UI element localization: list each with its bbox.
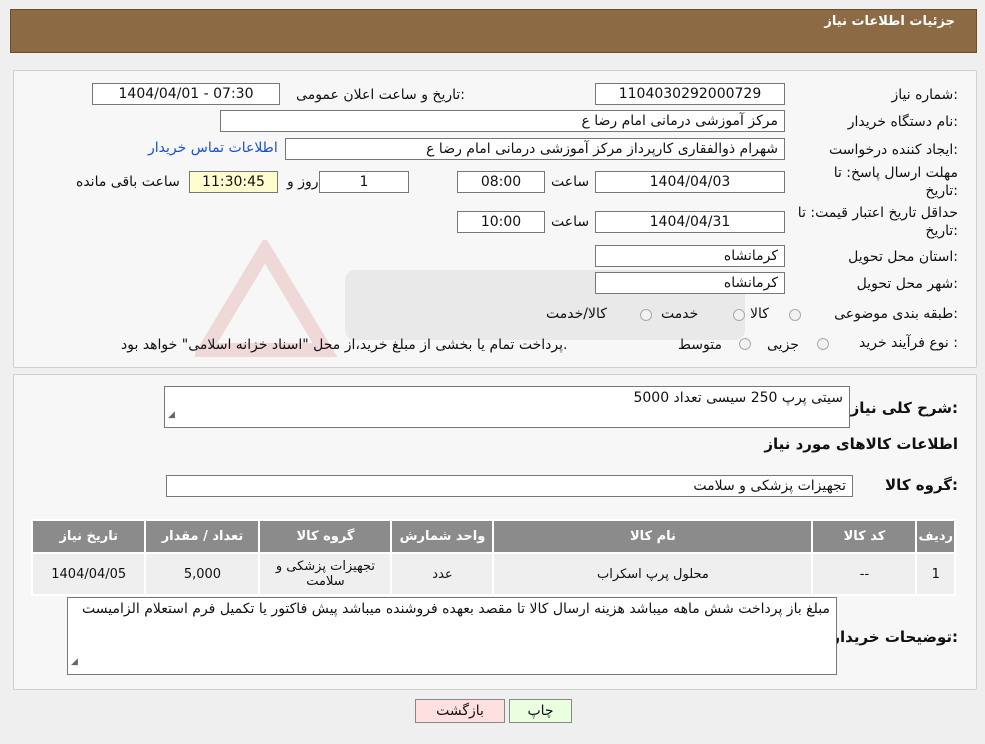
col-date: تاریخ نیاز — [30, 519, 147, 554]
buyer-notes-text: مبلغ باز پرداخت شش ماهه میباشد هزینه ارس… — [82, 601, 830, 617]
purchase-type-label: نوع فرآیند خرید : — [859, 335, 958, 351]
category-radio-service[interactable] — [733, 309, 745, 321]
province-field: کرمانشاه — [595, 245, 785, 267]
buyer-contact-link[interactable]: اطلاعات تماس خریدار — [148, 140, 278, 156]
resize-grip-icon[interactable]: ◢ — [71, 653, 78, 672]
validity-time-label: ساعت — [551, 214, 590, 230]
city-label: شهر محل تحویل: — [856, 276, 958, 292]
category-radio-goods[interactable] — [789, 309, 801, 321]
col-name: نام کالا — [492, 519, 814, 554]
validity-date-field: 1404/04/31 — [595, 211, 785, 233]
remaining-label: ساعت باقی مانده — [76, 174, 180, 190]
days-remaining-field: 1 — [319, 171, 409, 193]
cell-name: محلول پرپ اسکراب — [492, 552, 814, 596]
purchase-option-minor: جزیی — [767, 337, 799, 353]
cell-row: 1 — [915, 552, 956, 596]
need-number-field: 1104030292000729 — [595, 83, 785, 105]
category-label: طبقه بندی موضوعی: — [834, 306, 958, 322]
announce-label: تاریخ و ساعت اعلان عمومی: — [296, 87, 465, 103]
buyer-notes-textarea[interactable]: مبلغ باز پرداخت شش ماهه میباشد هزینه ارس… — [67, 597, 837, 675]
deadline-date-field: 1404/04/03 — [595, 171, 785, 193]
need-number-label: شماره نیاز: — [891, 87, 958, 103]
category-radio-goods-service[interactable] — [640, 309, 652, 321]
deadline-label: مهلت ارسال پاسخ: تا — [833, 165, 958, 181]
cell-date: 1404/04/05 — [30, 552, 147, 596]
requester-field: شهرام ذوالفقاری کارپرداز مرکز آموزشی درم… — [285, 138, 785, 160]
goods-table-header: ردیف کد کالا نام کالا واحد شمارش گروه کا… — [30, 519, 956, 554]
city-field: کرمانشاه — [595, 272, 785, 294]
category-option-service: خدمت — [661, 306, 699, 322]
validity-time-field: 10:00 — [457, 211, 545, 233]
summary-textarea[interactable]: سیتی پرپ 250 سیسی تعداد 5000 ◢ — [164, 386, 850, 428]
summary-text: سیتی پرپ 250 سیسی تعداد 5000 — [633, 390, 843, 406]
col-qty: تعداد / مقدار — [144, 519, 261, 554]
purchase-radio-medium[interactable] — [739, 338, 751, 350]
goods-group-field: تجهیزات پزشکی و سلامت — [166, 475, 853, 497]
cell-qty: 5,000 — [144, 552, 261, 596]
validity-label: حداقل تاریخ اعتبار قیمت: تا — [797, 205, 958, 221]
cell-group: تجهیزات پزشکی و سلامت — [258, 552, 393, 596]
page-title: جزئیات اطلاعات نیاز — [824, 14, 955, 29]
buyer-org-field: مرکز آموزشی درمانی امام رضا ع — [220, 110, 785, 132]
purchase-option-medium: متوسط — [678, 337, 722, 353]
purchase-note: پرداخت تمام یا بخشی از مبلغ خرید،از محل … — [121, 337, 568, 353]
print-button[interactable]: چاپ — [509, 699, 572, 723]
remaining-time-field: 11:30:45 — [189, 171, 278, 193]
purchase-radio-minor[interactable] — [817, 338, 829, 350]
cell-code: -- — [811, 552, 918, 596]
buyer-org-label: نام دستگاه خریدار: — [847, 114, 958, 130]
deadline-label-date: تاریخ: — [925, 183, 958, 199]
col-group: گروه کالا — [258, 519, 393, 554]
requester-label: ایجاد کننده درخواست: — [829, 142, 958, 158]
validity-label-date: تاریخ: — [925, 223, 958, 239]
resize-grip-icon[interactable]: ◢ — [168, 406, 175, 425]
back-button[interactable]: بازگشت — [415, 699, 505, 723]
summary-label: شرح کلی نیاز: — [850, 399, 958, 417]
goods-info-title: اطلاعات کالاهای مورد نیاز — [764, 435, 958, 453]
goods-table: ردیف کد کالا نام کالا واحد شمارش گروه کا… — [30, 519, 956, 596]
col-code: کد کالا — [811, 519, 918, 554]
province-label: استان محل تحویل: — [848, 249, 958, 265]
cell-unit: عدد — [390, 552, 495, 596]
goods-group-label: گروه کالا: — [885, 476, 958, 494]
col-row: ردیف — [915, 519, 956, 554]
deadline-time-label: ساعت — [551, 174, 590, 190]
announce-field: 1404/04/01 - 07:30 — [92, 83, 280, 105]
buyer-notes-label: توضیحات خریدار: — [831, 628, 958, 646]
category-option-goods: کالا — [750, 306, 769, 322]
col-unit: واحد شمارش — [390, 519, 495, 554]
deadline-time-field: 08:00 — [457, 171, 545, 193]
table-row: 1 -- محلول پرپ اسکراب عدد تجهیزات پزشکی … — [30, 552, 956, 596]
category-option-goods-service: کالا/خدمت — [546, 306, 607, 322]
days-label: روز و — [287, 174, 319, 190]
